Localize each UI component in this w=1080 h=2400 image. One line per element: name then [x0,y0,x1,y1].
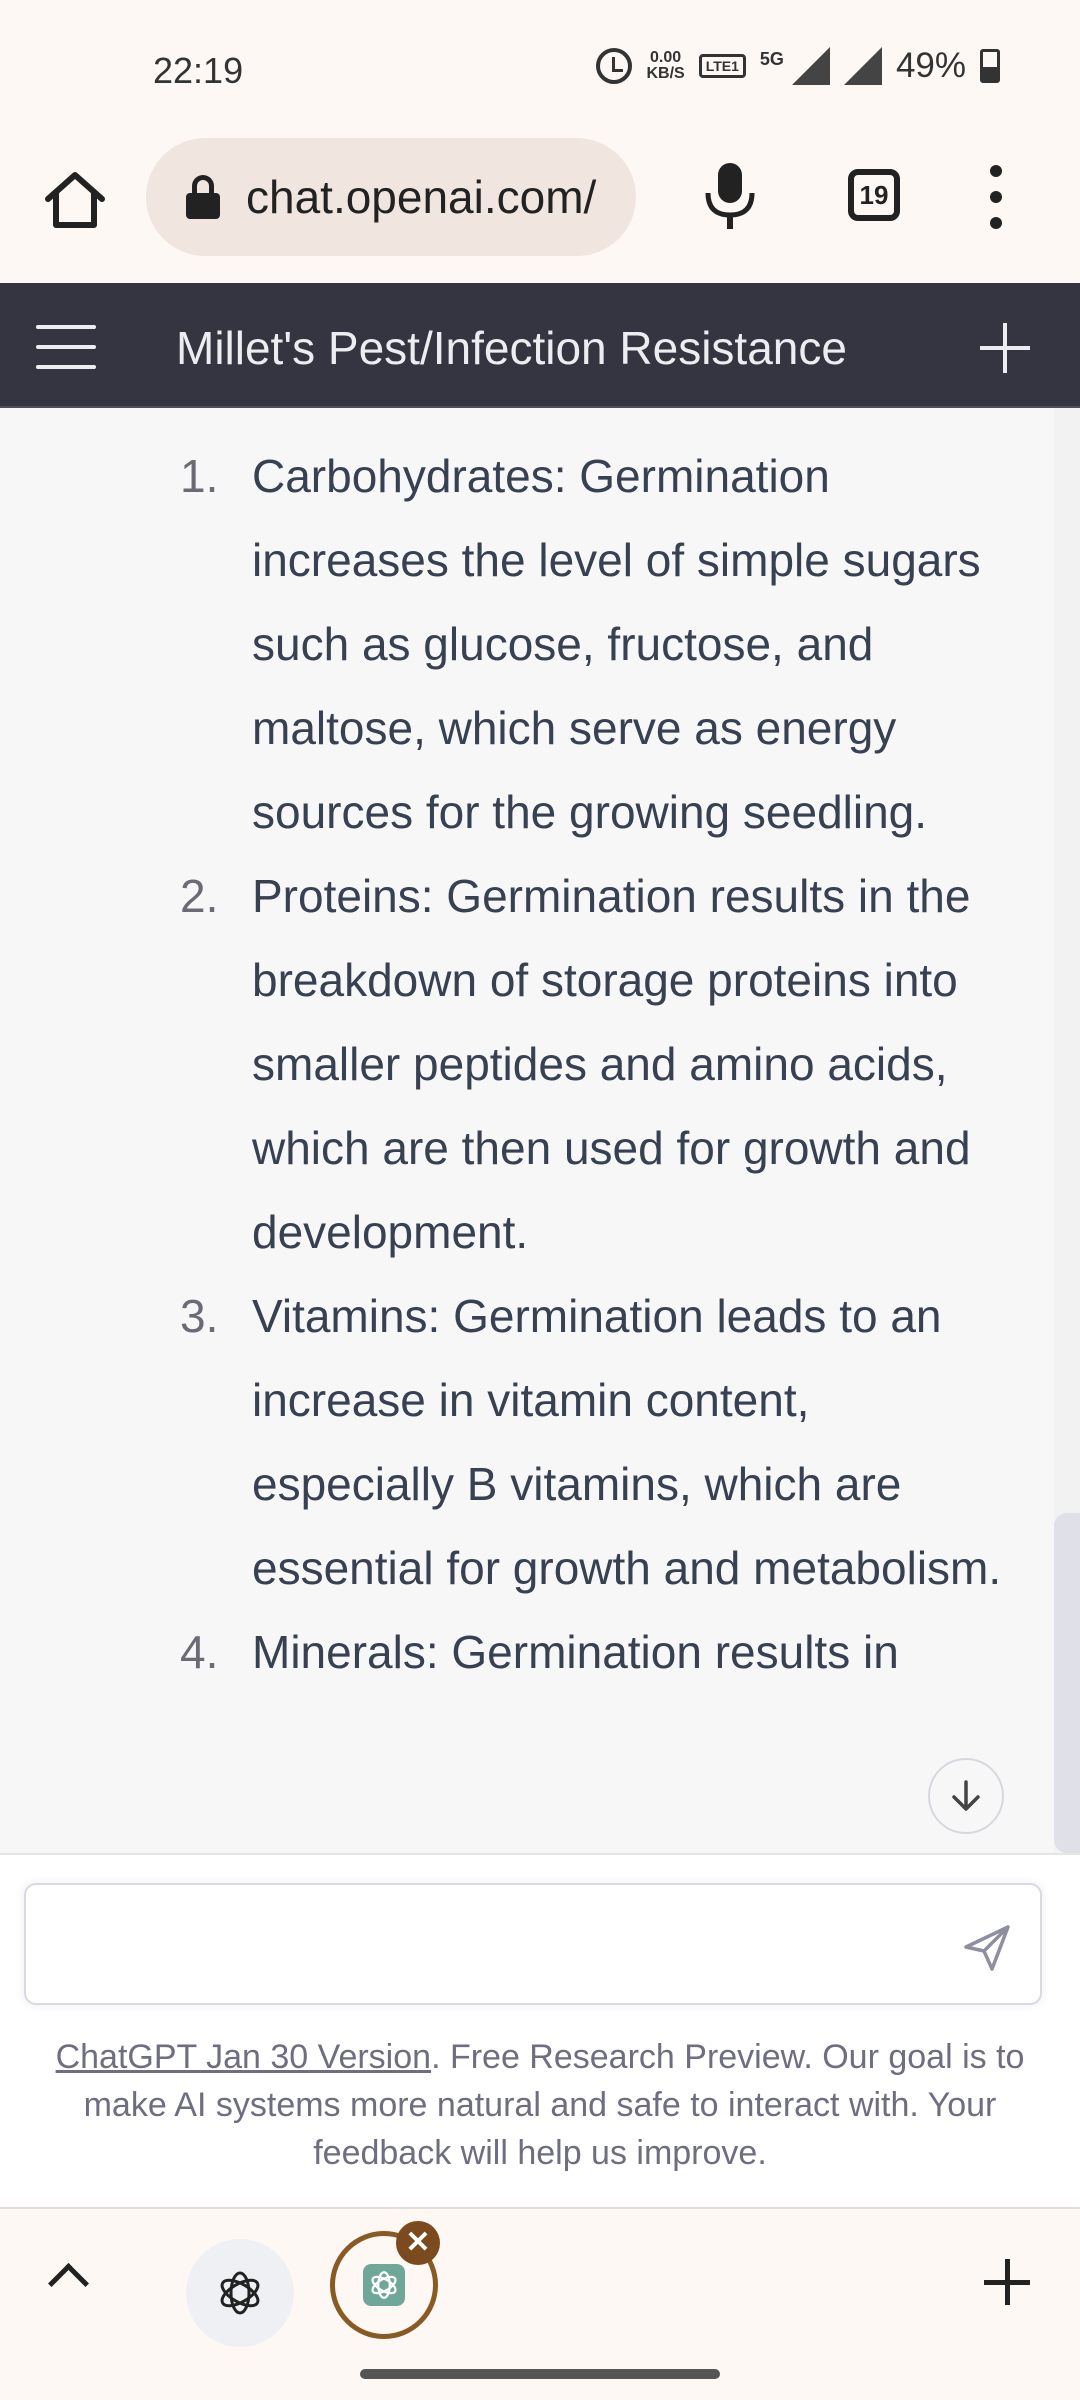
url-text[interactable]: chat.openai.com/ [246,170,596,224]
chatgpt-logo-icon [363,2264,405,2306]
list-text: Proteins: Germination results in the bre… [252,870,971,1258]
alarm-icon [596,48,633,84]
tab-switcher-button[interactable]: 19 [848,169,900,221]
tab-thumbnail-1[interactable] [186,2239,294,2347]
hamburger-icon[interactable] [36,325,96,369]
battery-icon [980,49,1000,83]
chat-title: Millet's Pest/Infection Resistance [176,322,847,374]
tab-count: 19 [859,179,889,210]
signal-icon-2 [843,47,882,85]
response-list: 1. Carbohydrates: Germination increases … [0,434,1040,1694]
list-number: 3. [180,1290,219,1342]
version-link[interactable]: ChatGPT Jan 30 Version [56,2038,431,2076]
gesture-nav-handle[interactable] [360,2369,720,2379]
volte-icon: LTE1 [698,54,746,78]
chat-content[interactable]: 1. Carbohydrates: Germination increases … [0,408,1080,1853]
home-icon[interactable] [40,165,110,235]
list-number: 1. [180,450,219,502]
send-icon[interactable] [962,1923,1012,1973]
list-item: 3. Vitamins: Germination leads to an inc… [0,1274,1040,1610]
list-text: Minerals: Germination results in [252,1626,899,1678]
openai-logo-icon [220,2271,260,2315]
list-item: 2. Proteins: Germination results in the … [0,854,1040,1274]
network-speed: 0.00 KB/S [646,50,684,82]
battery-percent: 49% [895,46,966,85]
network-speed-unit: KB/S [646,65,685,82]
message-input[interactable] [24,1883,1042,2005]
network-speed-value: 0.00 [650,49,682,66]
signal-icon [791,47,830,85]
lock-icon[interactable] [186,175,220,219]
chevron-up-icon[interactable] [47,2262,90,2305]
scrollbar-thumb[interactable] [1054,1513,1080,1853]
chat-header: Millet's Pest/Infection Resistance [0,283,1080,408]
new-tab-plus-icon[interactable] [984,2259,1030,2305]
more-vert-icon[interactable] [984,165,1008,229]
list-number: 4. [180,1626,219,1678]
close-icon[interactable]: ✕ [396,2221,440,2265]
input-area: ChatGPT Jan 30 Version. Free Research Pr… [0,1853,1080,2207]
network-type: 5G [759,48,784,69]
address-bar[interactable]: chat.openai.com/ [146,138,636,256]
arrow-down-icon[interactable] [928,1758,1004,1834]
status-bar: 22:19 0.00 KB/S LTE1 5G 49% [0,0,1080,135]
browser-toolbar: chat.openai.com/ 19 [0,135,1080,283]
list-text: Carbohydrates: Germination increases the… [252,450,981,838]
status-icons: 0.00 KB/S LTE1 5G 49% [596,46,1000,86]
list-text: Vitamins: Germination leads to an increa… [252,1290,1002,1594]
microphone-icon[interactable] [700,161,760,231]
list-item: 4. Minerals: Germination results in [0,1610,1040,1694]
disclaimer: ChatGPT Jan 30 Version. Free Research Pr… [34,2033,1046,2177]
list-number: 2. [180,870,219,922]
list-item: 1. Carbohydrates: Germination increases … [0,434,1040,854]
tab-strip: ✕ [0,2207,1080,2355]
status-time: 22:19 [153,50,244,91]
plus-icon[interactable] [980,323,1030,373]
